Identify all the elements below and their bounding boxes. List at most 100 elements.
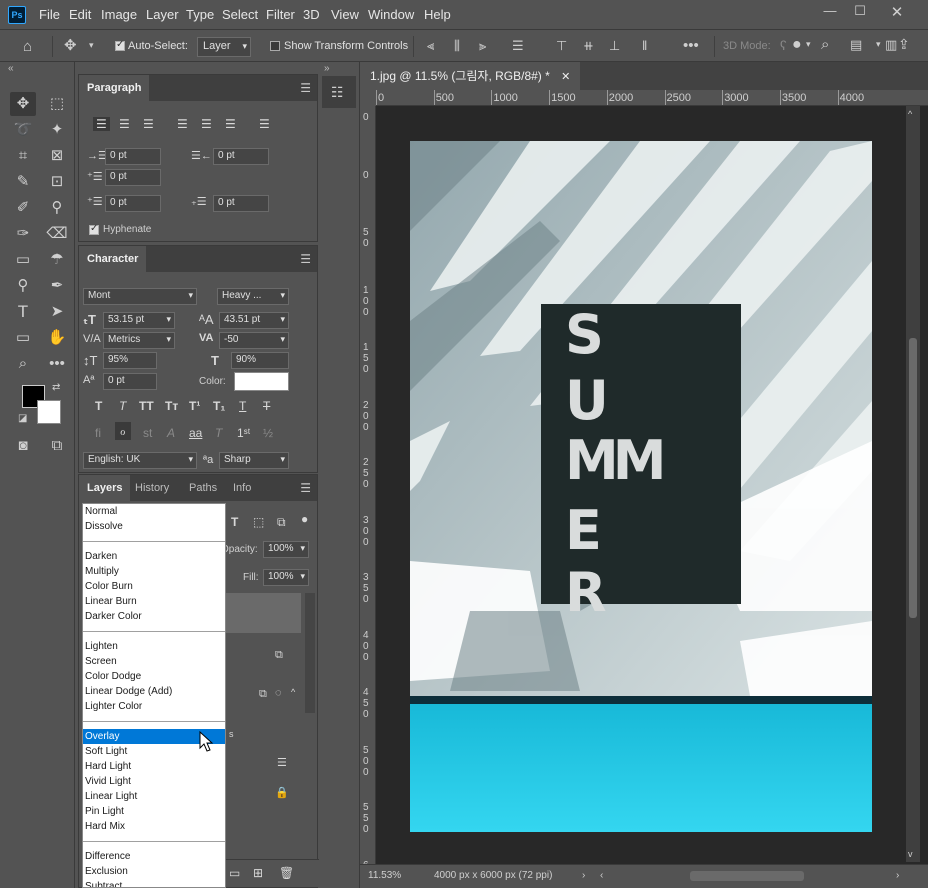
faux-italic-icon[interactable]: T xyxy=(119,399,126,413)
share-icon[interactable]: ⇪ xyxy=(898,37,910,51)
kerning-field[interactable]: Metrics ▾ xyxy=(103,332,175,349)
superscript-icon[interactable]: T¹ xyxy=(189,399,200,413)
blend-mode-option[interactable]: Difference xyxy=(83,849,225,864)
selected-layer-row[interactable] xyxy=(225,593,301,633)
search-icon[interactable]: ⌕ xyxy=(821,37,829,52)
panel-menu-icon[interactable]: ☰ xyxy=(300,481,311,495)
language-dropdown[interactable]: English: UK ▾ xyxy=(83,452,197,469)
blend-mode-option[interactable]: Color Dodge xyxy=(83,669,225,684)
ruler-origin[interactable] xyxy=(360,90,376,106)
smart-object-filter-icon[interactable]: ⧉ xyxy=(277,515,286,530)
chevron-up-icon[interactable]: ^ xyxy=(291,687,295,697)
blend-mode-option[interactable]: Normal xyxy=(83,504,225,519)
justify-right-icon[interactable]: ☰ xyxy=(225,117,236,131)
vertical-scrollbar[interactable]: ^ v xyxy=(906,106,920,862)
indent-first-line-field[interactable]: 0 pt xyxy=(105,169,161,186)
chevron-down-icon[interactable]: ▾ xyxy=(806,40,811,49)
justify-left-icon[interactable]: ☰ xyxy=(177,117,188,131)
panel-menu-icon[interactable]: ☰ xyxy=(300,81,311,95)
scroll-right-icon[interactable]: › xyxy=(896,870,899,881)
menu-type[interactable]: Type xyxy=(186,7,214,22)
tracking-field[interactable]: -50 ▾ xyxy=(219,332,289,349)
zoom-level[interactable]: 11.53% xyxy=(368,870,401,881)
new-layer-icon[interactable]: ⊞ xyxy=(253,866,263,880)
anti-alias-dropdown[interactable]: Sharp ▾ xyxy=(219,452,289,469)
align-top-icon[interactable]: ⊤ xyxy=(556,39,567,52)
document-image[interactable]: S U MM E R xyxy=(410,141,872,832)
align-right-text-icon[interactable]: ☰ xyxy=(143,117,154,131)
pen-tool-icon[interactable]: ✒ xyxy=(44,274,70,298)
quick-mask-icon[interactable]: ◙ xyxy=(10,434,36,458)
show-transform-checkbox[interactable] xyxy=(270,41,280,51)
history-brush-icon[interactable]: ✑ xyxy=(10,222,36,246)
filter-toggle-icon[interactable]: ● xyxy=(301,512,308,526)
layers-scrollbar[interactable] xyxy=(305,593,315,713)
old-style-icon[interactable]: ℴ xyxy=(115,422,131,440)
menu-file[interactable]: File xyxy=(39,7,60,22)
delete-layer-icon[interactable]: 🗑 xyxy=(279,866,294,880)
scroll-thumb[interactable] xyxy=(909,338,917,618)
minimize-icon[interactable]: — xyxy=(815,3,845,21)
chevron-right-icon[interactable]: › xyxy=(582,870,585,881)
indent-left-field[interactable]: 0 pt xyxy=(105,148,161,165)
auto-select-checkbox[interactable] xyxy=(115,39,125,51)
text-color-swatch[interactable] xyxy=(234,372,289,391)
blend-mode-option[interactable]: Dissolve xyxy=(83,519,225,534)
ordinals-icon[interactable]: T xyxy=(215,426,222,440)
align-bottom-icon[interactable]: ⊥ xyxy=(609,39,620,52)
brush-tool-icon[interactable]: ✐ xyxy=(10,196,36,220)
menu-select[interactable]: Select xyxy=(222,7,258,22)
swash-icon[interactable]: st xyxy=(143,426,152,440)
move-tool-icon[interactable]: ✥ xyxy=(10,92,36,116)
indent-right-field[interactable]: 0 pt xyxy=(213,148,269,165)
titling-alt-icon[interactable]: aa xyxy=(189,426,202,440)
align-right-icon[interactable]: ⫸ xyxy=(479,39,486,52)
eyedropper-icon[interactable]: ✎ xyxy=(10,170,36,194)
blend-mode-option[interactable]: Color Burn xyxy=(83,579,225,594)
default-colors-icon[interactable]: ◪ xyxy=(18,414,27,424)
distribute-icon[interactable]: ☰ xyxy=(512,39,524,52)
workspace-icon[interactable]: ▤ xyxy=(850,38,862,51)
tab-paragraph[interactable]: Paragraph xyxy=(79,75,150,101)
justify-all-icon[interactable]: ☰ xyxy=(259,117,270,131)
justify-center-icon[interactable]: ☰ xyxy=(201,117,212,131)
home-icon[interactable]: ⌂ xyxy=(23,39,32,54)
menu-help[interactable]: Help xyxy=(424,7,451,22)
eraser-tool-icon[interactable]: ⌫ xyxy=(44,222,70,246)
menu-filter[interactable]: Filter xyxy=(266,7,295,22)
all-caps-icon[interactable]: TT xyxy=(139,399,154,413)
leading-field[interactable]: 43.51 pt ▾ xyxy=(219,312,289,329)
chevron-down-icon[interactable]: v xyxy=(908,850,913,859)
align-center-icon[interactable]: ⫼ xyxy=(454,39,460,52)
blend-mode-option[interactable]: Pin Light xyxy=(83,804,225,819)
expand-icon[interactable]: » xyxy=(324,63,330,74)
close-icon[interactable]: ✕ xyxy=(882,3,912,21)
opacity-field[interactable]: 100% ▾ xyxy=(263,541,309,558)
font-size-field[interactable]: 53.15 pt ▾ xyxy=(103,312,175,329)
tab-layers[interactable]: Layers xyxy=(79,475,131,501)
blend-mode-option[interactable]: Linear Burn xyxy=(83,594,225,609)
blend-mode-option[interactable]: Lighten xyxy=(83,639,225,654)
frame-tool-icon[interactable]: ⊠ xyxy=(44,144,70,168)
scroll-left-icon[interactable]: ‹ xyxy=(600,870,603,881)
collapse-icon[interactable]: « xyxy=(8,63,14,74)
shape-filter-icon[interactable]: ⬚ xyxy=(253,515,264,529)
maximize-icon[interactable]: ☐ xyxy=(845,3,875,21)
underline-icon[interactable]: T xyxy=(239,399,246,413)
align-left-text-icon[interactable]: ☰ xyxy=(93,117,110,131)
align-center-text-icon[interactable]: ☰ xyxy=(119,117,130,131)
baseline-shift-field[interactable]: 0 pt xyxy=(103,373,157,390)
align-left-icon[interactable]: ⫷ xyxy=(427,39,434,52)
horizontal-scale-field[interactable]: 90% xyxy=(231,352,289,369)
fill-field[interactable]: 100% ▾ xyxy=(263,569,309,586)
tab-character[interactable]: Character xyxy=(79,246,147,272)
strikethrough-icon[interactable]: T xyxy=(263,399,270,413)
blend-mode-option[interactable]: Lighter Color xyxy=(83,699,225,714)
lasso-tool-icon[interactable]: ➰ xyxy=(10,118,36,142)
auto-select-dropdown[interactable]: Layer ▾ xyxy=(197,37,251,57)
hand-tool-icon[interactable]: ✋ xyxy=(44,326,70,350)
menu-3d[interactable]: 3D xyxy=(303,7,320,22)
crop-tool-icon[interactable]: ⌗ xyxy=(10,144,36,168)
user-icon[interactable]: ● xyxy=(792,37,802,53)
document-tab[interactable]: 1.jpg @ 11.5% (그림자, RGB/8#) * ✕ xyxy=(360,62,581,90)
